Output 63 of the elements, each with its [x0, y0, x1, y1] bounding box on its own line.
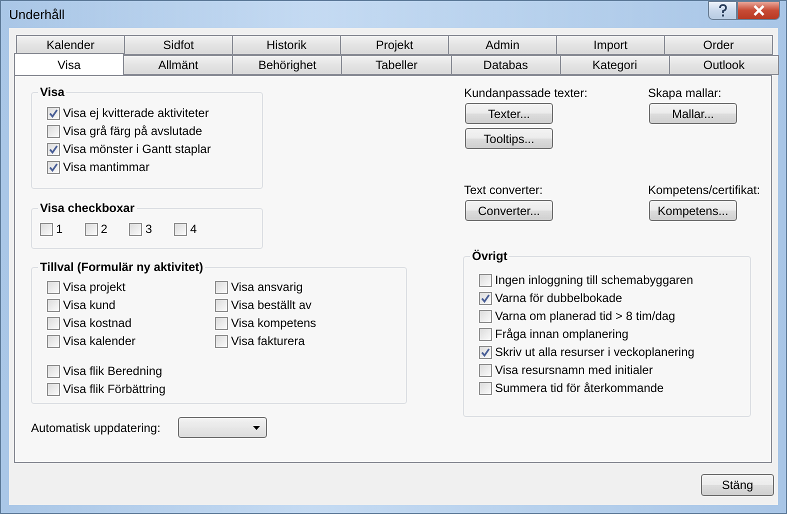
- group-title: Visa checkboxar: [39, 201, 136, 215]
- group-title: Visa: [39, 85, 66, 99]
- tab[interactable]: Sidfot: [124, 35, 233, 55]
- tab[interactable]: Tabeller: [341, 55, 452, 75]
- checkbox[interactable]: Visa resursnamn med initialer: [479, 361, 750, 379]
- checkbox[interactable]: Visa flik Beredning: [47, 362, 406, 380]
- section-label: Text converter:: [464, 183, 544, 197]
- close-icon: [752, 5, 764, 16]
- checkbox[interactable]: Visa ej kvitterade aktiviteter: [47, 104, 262, 122]
- close-dialog-button[interactable]: Stäng: [701, 474, 774, 496]
- tab[interactable]: Order: [664, 35, 773, 55]
- checkbox[interactable]: Skriv ut alla resurser i veckoplanering: [479, 343, 750, 361]
- action-button[interactable]: Kompetens...: [649, 200, 737, 221]
- checkbox[interactable]: Varna för dubbelbokade: [479, 289, 750, 307]
- close-button[interactable]: [737, 1, 780, 20]
- tab[interactable]: Visa: [14, 53, 124, 75]
- section-label: Kundanpassade texter:: [464, 86, 588, 100]
- group-title: Tillval (Formulär ny aktivitet): [39, 260, 204, 274]
- checkbox[interactable]: 2: [84, 220, 108, 238]
- window-title: Underhåll: [9, 7, 65, 22]
- checkbox[interactable]: 1: [40, 220, 63, 238]
- action-button[interactable]: Converter...: [465, 200, 553, 221]
- checkbox[interactable]: Visa mönster i Gantt staplar: [47, 140, 262, 158]
- tab[interactable]: Behörighet: [232, 55, 342, 75]
- action-button[interactable]: Tooltips...: [465, 128, 553, 149]
- checkbox[interactable]: Visa grå färg på avslutade: [47, 122, 262, 140]
- tab[interactable]: Import: [556, 35, 665, 55]
- checkbox[interactable]: Visa projekt: [47, 278, 159, 296]
- action-button[interactable]: Texter...: [465, 103, 553, 124]
- checkbox[interactable]: Varna om planerad tid > 8 tim/dag: [479, 307, 750, 325]
- checkbox[interactable]: Fråga innan omplanering: [479, 325, 750, 343]
- tab[interactable]: Databas: [450, 55, 561, 75]
- help-button[interactable]: [708, 1, 737, 20]
- help-icon: [718, 4, 728, 17]
- checkbox[interactable]: Visa beställt av: [215, 296, 316, 314]
- tab[interactable]: Projekt: [340, 35, 449, 55]
- check-icon: [481, 294, 490, 302]
- tab[interactable]: Kategori: [560, 55, 670, 75]
- checkbox[interactable]: 3: [129, 220, 152, 238]
- checkbox[interactable]: Visa flik Förbättring: [47, 380, 406, 398]
- checkbox[interactable]: Ingen inloggning till schemabyggaren: [479, 271, 750, 289]
- tab[interactable]: Admin: [448, 35, 557, 55]
- checkbox[interactable]: Visa mantimmar: [47, 158, 262, 176]
- tab[interactable]: Outlook: [668, 55, 779, 75]
- section-label: Skapa mallar:: [648, 86, 722, 100]
- section-label: Kompetens/certifikat:: [648, 183, 762, 197]
- dropdown[interactable]: [178, 417, 268, 438]
- checkbox[interactable]: Summera tid för återkommande: [479, 379, 750, 397]
- action-button[interactable]: Mallar...: [649, 103, 737, 124]
- group-title: Övrigt: [471, 249, 508, 263]
- checkbox[interactable]: Visa kalender: [47, 332, 159, 350]
- field-label: Automatisk uppdatering:: [31, 420, 160, 434]
- checkbox[interactable]: Visa fakturera: [215, 332, 316, 350]
- checkbox[interactable]: Visa kompetens: [215, 314, 316, 332]
- tab[interactable]: Historik: [232, 35, 341, 55]
- dropdown-arrow-icon: [253, 426, 260, 430]
- check-icon: [481, 348, 490, 356]
- check-icon: [49, 108, 58, 118]
- checkbox[interactable]: Visa ansvarig: [215, 278, 316, 296]
- checkbox[interactable]: 4: [174, 220, 197, 238]
- checkbox[interactable]: Visa kund: [47, 296, 159, 314]
- tab[interactable]: Allmänt: [123, 55, 234, 75]
- checkbox[interactable]: Visa kostnad: [47, 314, 159, 332]
